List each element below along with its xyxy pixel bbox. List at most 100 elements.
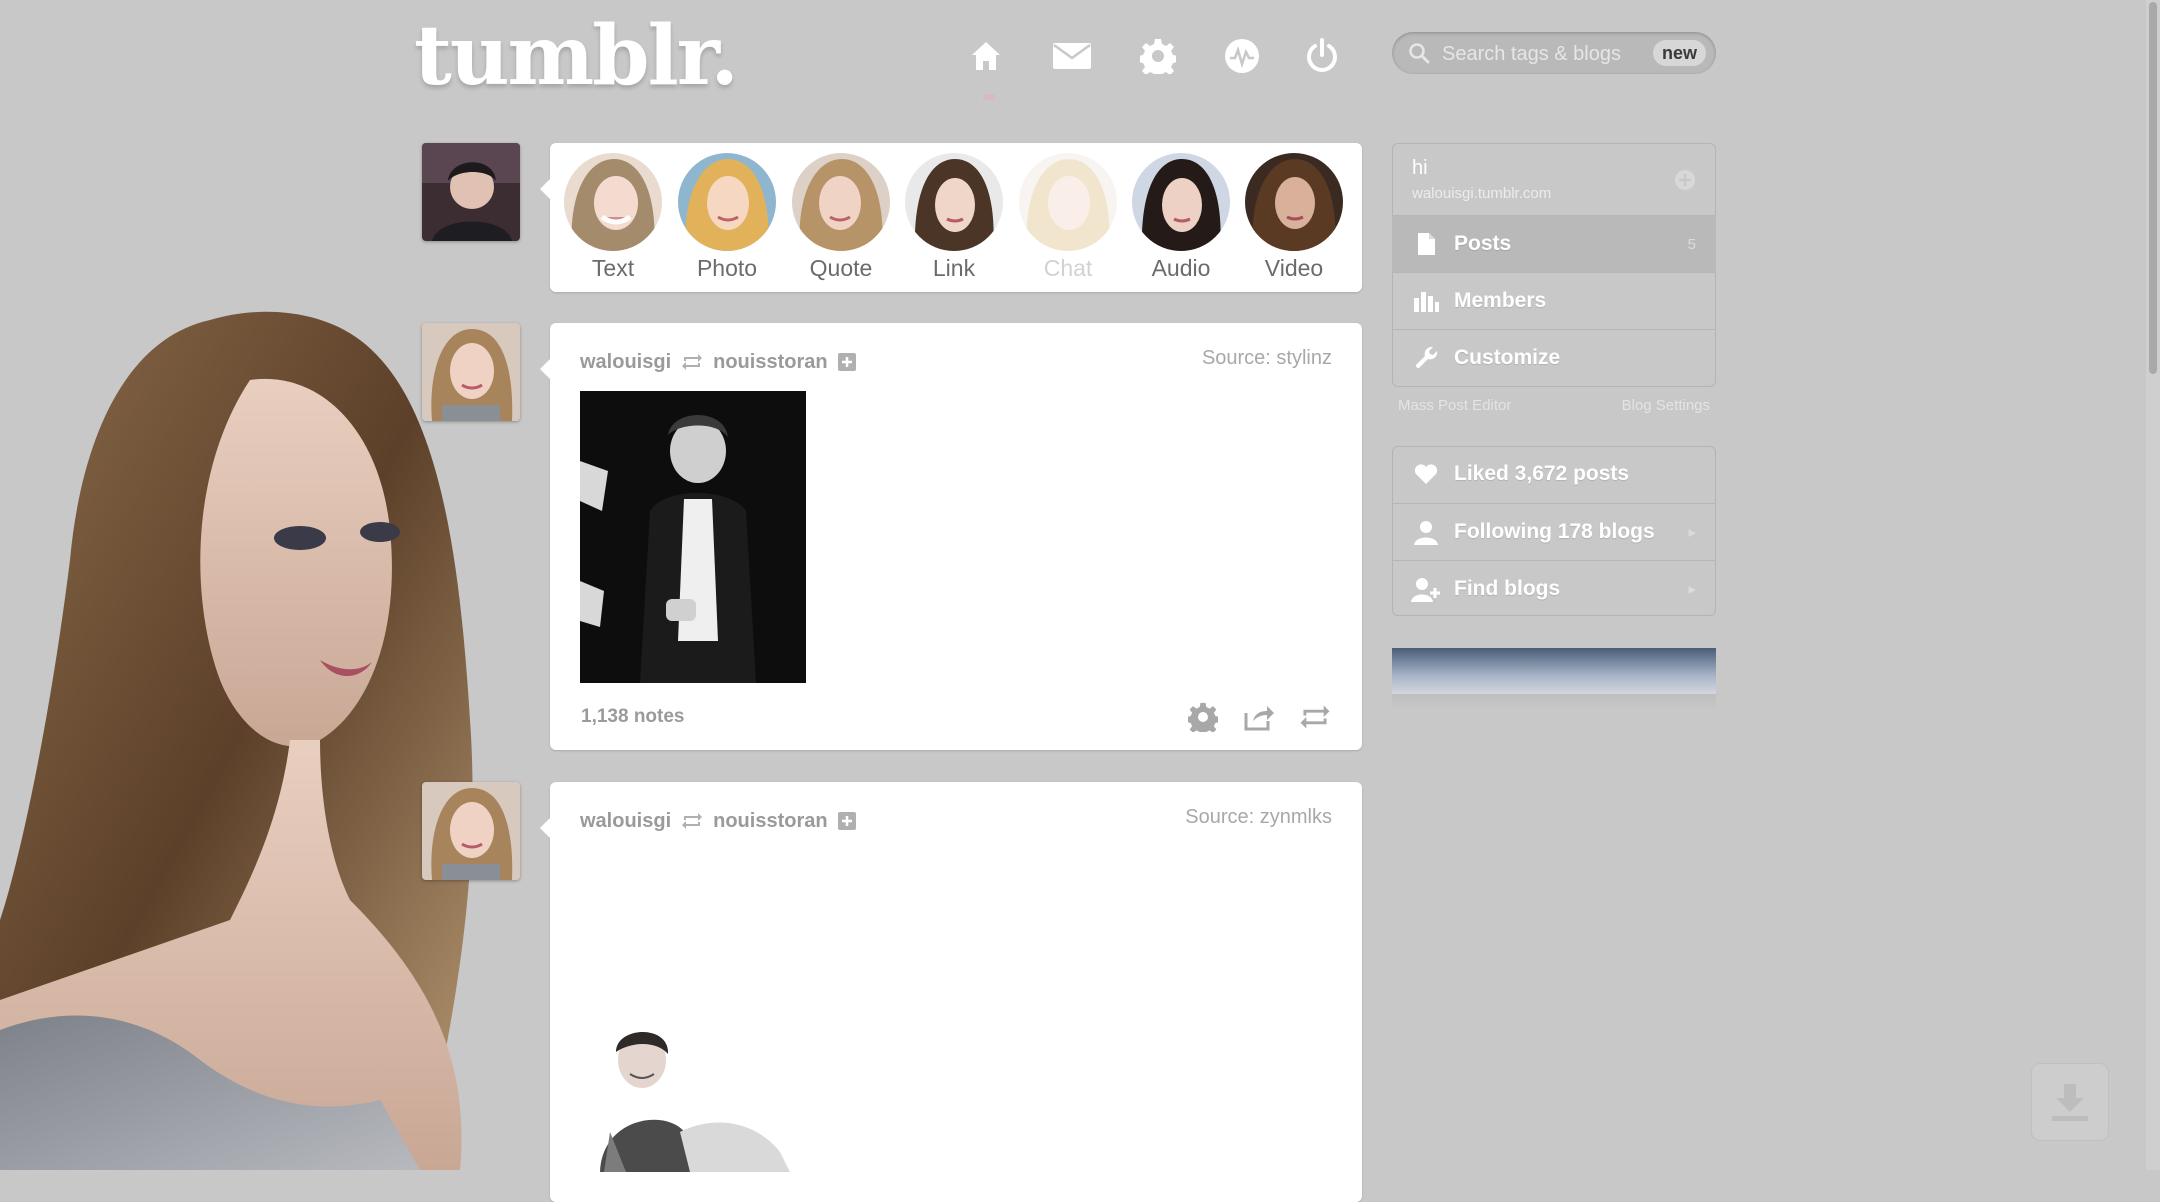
post-controls <box>1186 700 1332 734</box>
scroll-down-button[interactable] <box>2032 1064 2108 1140</box>
blog-tool-links: Mass Post Editor Blog Settings <box>1398 397 1710 414</box>
scrollbar-thumb[interactable] <box>2149 2 2157 374</box>
reblogged-from-link[interactable]: nouisstoran <box>713 351 827 374</box>
share-icon <box>1244 706 1274 731</box>
post-type-text[interactable]: Text <box>561 153 665 282</box>
post-author-avatar[interactable] <box>422 323 520 421</box>
person-icon <box>1414 521 1438 545</box>
add-person-icon <box>1411 578 1440 602</box>
banner-shadow <box>1392 694 1716 710</box>
members-icon <box>1414 292 1439 312</box>
post-type-label: Quote <box>809 255 873 281</box>
post-source[interactable]: Source: stylinz <box>1202 347 1332 370</box>
heart-icon <box>1414 464 1438 484</box>
tumblr-logo[interactable]: tumblr. <box>414 8 739 104</box>
sidebar-item-label: Find blogs <box>1454 577 1561 600</box>
post-header: walouisgi nouisstoran <box>580 806 856 836</box>
dashboard-post: walouisgi nouisstoran Source: zynmlks <box>540 782 1362 1202</box>
reblog-icon <box>1300 705 1330 729</box>
sidebar-item-find-blogs[interactable]: Find blogs ▸ <box>1392 560 1716 616</box>
blog-url: walouisgi.tumblr.com <box>1412 185 1552 202</box>
post-type-video[interactable]: Video <box>1242 153 1346 282</box>
post-type-link[interactable]: Link <box>902 153 1006 282</box>
post-author-avatar[interactable] <box>422 782 520 880</box>
settings-nav-button[interactable] <box>1132 30 1184 82</box>
sidebar-item-label: Liked 3,672 posts <box>1454 462 1630 485</box>
post-author-link[interactable]: walouisgi <box>580 351 671 374</box>
text-post-photo <box>564 153 662 251</box>
post-type-label: Photo <box>696 255 758 281</box>
posts-count: 5 <box>1687 235 1696 253</box>
power-icon <box>1307 38 1337 72</box>
sidebar-item-customize[interactable]: Customize <box>1392 329 1716 386</box>
post-notes-count[interactable]: 1,138 notes <box>581 706 685 728</box>
post-photo[interactable] <box>580 391 806 683</box>
post-author-link[interactable]: walouisgi <box>580 810 671 833</box>
activity-nav-button[interactable] <box>1216 30 1268 82</box>
video-post-photo <box>1245 153 1343 251</box>
post-type-audio[interactable]: Audio <box>1129 153 1233 282</box>
post-type-photo[interactable]: Photo <box>675 153 779 282</box>
inbox-nav-button[interactable] <box>1046 30 1098 82</box>
active-nav-indicator <box>983 94 995 100</box>
gear-icon <box>1140 39 1176 74</box>
post-type-chat[interactable]: Chat <box>1016 153 1120 282</box>
post-type-label: Link <box>932 255 976 281</box>
sidebar-item-label: Customize <box>1454 346 1561 369</box>
logout-nav-button[interactable] <box>1296 30 1348 82</box>
follow-plus-icon[interactable] <box>837 353 856 371</box>
chevron-right-icon: ▸ <box>1688 581 1696 598</box>
post-type-composer: Text Photo Quote Link Chat Audio Video <box>540 143 1362 292</box>
sidebar-item-liked[interactable]: Liked 3,672 posts <box>1392 446 1716 502</box>
document-icon <box>1418 233 1435 255</box>
mail-icon <box>1053 43 1091 69</box>
post-photo[interactable] <box>580 1022 800 1172</box>
reblog-button[interactable] <box>1298 700 1332 734</box>
home-icon <box>972 42 1000 70</box>
home-nav-button[interactable] <box>960 30 1012 82</box>
post-type-label: Chat <box>1043 255 1093 281</box>
page-scrollbar[interactable] <box>2146 0 2160 1170</box>
download-arrow-icon <box>2052 1084 2088 1121</box>
reblog-icon <box>682 813 703 829</box>
chevron-right-icon: ▸ <box>1688 524 1696 541</box>
share-button[interactable] <box>1242 700 1276 734</box>
link-post-photo <box>905 153 1003 251</box>
mass-post-editor-link[interactable]: Mass Post Editor <box>1398 397 1511 414</box>
wrench-icon <box>1415 346 1438 369</box>
quote-post-photo <box>792 153 890 251</box>
search-bar: new <box>1392 32 1716 74</box>
user-avatar[interactable] <box>422 143 520 241</box>
blog-name: hi <box>1412 157 1428 179</box>
sidebar-item-posts[interactable]: Posts 5 <box>1392 215 1716 272</box>
audio-post-photo <box>1132 153 1230 251</box>
sidebar-item-label: Members <box>1454 289 1547 312</box>
post-settings-button[interactable] <box>1186 700 1220 734</box>
post-header: walouisgi nouisstoran <box>580 347 856 377</box>
search-input[interactable] <box>1440 38 1644 70</box>
new-badge: new <box>1652 40 1706 66</box>
chat-post-photo <box>1019 153 1117 251</box>
reblogged-from-link[interactable]: nouisstoran <box>713 810 827 833</box>
post-type-label: Video <box>1264 255 1324 281</box>
post-type-label: Audio <box>1151 255 1211 281</box>
dashboard-post: walouisgi nouisstoran Source: stylinz 1,… <box>540 323 1362 750</box>
activity-sidebar: Liked 3,672 posts Following 178 blogs ▸ … <box>1392 446 1716 616</box>
photo-post-photo <box>678 153 776 251</box>
background-portrait <box>0 300 560 1170</box>
sidebar-item-label: Following 178 blogs <box>1454 520 1655 543</box>
reblog-icon <box>682 354 703 370</box>
follow-plus-icon[interactable] <box>837 812 856 830</box>
blog-header[interactable]: hi walouisgi.tumblr.com <box>1392 143 1716 215</box>
blog-settings-link[interactable]: Blog Settings <box>1622 397 1710 414</box>
radar-banner[interactable] <box>1392 648 1716 694</box>
post-type-quote[interactable]: Quote <box>789 153 893 282</box>
sidebar-item-label: Posts <box>1454 232 1512 255</box>
add-circle-icon[interactable] <box>1674 169 1696 191</box>
activity-icon <box>1225 39 1259 73</box>
post-source[interactable]: Source: zynmlks <box>1185 806 1332 829</box>
search-icon <box>1409 43 1430 64</box>
sidebar-item-following[interactable]: Following 178 blogs ▸ <box>1392 503 1716 560</box>
gear-icon <box>1188 702 1218 732</box>
sidebar-item-members[interactable]: Members <box>1392 272 1716 329</box>
